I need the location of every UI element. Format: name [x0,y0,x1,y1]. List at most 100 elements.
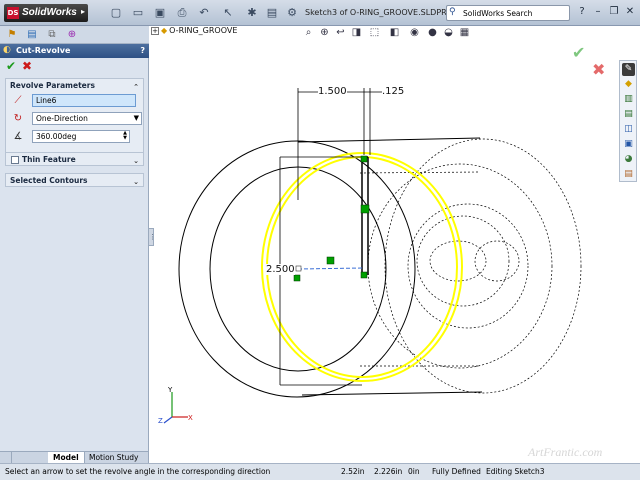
small-bore-right [474,240,520,282]
reverse-direction-icon[interactable]: ↻ [11,112,25,126]
dimension-small[interactable]: .125 [382,86,405,97]
search-box[interactable]: ⚲ [446,5,570,21]
expand-icon[interactable]: ⌄ [133,176,139,189]
thin-feature-section: Thin Feature ⌄ [5,152,144,166]
property-manager-title: Cut-Revolve [16,46,71,55]
sketch-icon[interactable]: ✎ [622,63,635,76]
status-x-coordinate: 2.52in [341,467,365,476]
graphics-area[interactable]: Y X Z [150,40,620,450]
revolve-type-value: One-Direction [36,114,88,123]
ok-cancel-bar: ✔ ✖ [0,58,149,76]
dimxpert-manager-tab-icon[interactable]: ⊕ [64,27,80,43]
hide-show-icon[interactable]: ◉ [408,26,421,40]
print-icon[interactable]: ⎙ [174,5,190,21]
dimension-horizontal[interactable]: 1.500 [318,86,347,97]
custom-properties-icon[interactable]: ▤ [622,168,635,181]
task-pane: ✎ ◆ ▥ ▤ ◫ ▣ ◕ ▤ [619,60,637,182]
ds-logo-icon: DS [7,7,19,19]
brand-label: SolidWorks [22,7,77,18]
expand-icon[interactable]: + [151,27,159,35]
section-title: Selected Contours [10,176,88,185]
section-header[interactable]: Thin Feature ⌄ [6,153,143,166]
help-button[interactable]: ? [140,46,145,55]
open-icon[interactable]: ▭ [130,5,146,21]
configuration-manager-tab-icon[interactable]: ⧉ [44,27,60,43]
zoom-to-fit-icon[interactable]: ⌕ [302,26,315,40]
back-inner-circle [367,163,553,369]
part-icon: ◆ [161,26,168,35]
previous-view-icon[interactable]: ↩ [334,26,347,40]
undo-icon[interactable]: ↶ [196,5,212,21]
collapse-icon[interactable]: ⌃ [133,81,139,94]
menu-arrow-icon: ▸ [80,7,85,16]
cut-revolve-icon: ◐ [3,45,11,55]
expand-icon[interactable]: ⌄ [133,155,139,168]
rebuild-icon[interactable]: ✱ [244,5,260,21]
hidden-lines [359,138,582,394]
solidworks-menu-button[interactable]: DS SolidWorks ▸ [4,4,88,22]
view-palette-icon[interactable]: ▣ [622,138,635,151]
revolve-parameters-section: Revolve Parameters ⌃ ⟋ Line6 ↻ One-Direc… [5,78,144,160]
property-manager-header: ◐ Cut-Revolve ? [0,44,149,58]
appearances-icon[interactable]: ◕ [622,153,635,166]
search-results-icon[interactable]: ◫ [622,123,635,136]
manager-tabs: ⚑ ▤ ⧉ ⊕ [0,26,149,44]
relation-marker-center [326,256,335,265]
close-button[interactable]: ✕ [623,5,637,19]
angle-icon: ∡ [13,131,23,142]
triad-z-label: Z [158,417,163,425]
triad-z-axis [163,416,173,424]
document-title: Sketch3 of O-RING_GROOVE.SLDPRT * [305,8,458,17]
file-properties-icon[interactable]: ▤ [264,5,280,21]
section-header[interactable]: Revolve Parameters ⌃ [6,79,143,92]
section-header[interactable]: Selected Contours ⌄ [6,174,143,187]
search-input[interactable] [463,7,567,19]
design-library-icon[interactable]: ▥ [622,93,635,106]
status-y-coordinate: 2.226in [374,467,403,476]
feature-tree-flyout[interactable]: + ◆ O-RING_GROOVE [151,26,237,35]
angle-field[interactable]: 360.00deg ▲ ▼ [32,130,130,143]
coordinate-triad-icon: Y X Z [158,386,193,425]
apply-scene-icon[interactable]: ◒ [442,26,455,40]
zoom-area-icon[interactable]: ⊕ [318,26,331,40]
triad-x-label: X [188,414,193,422]
revolve-type-select[interactable]: One-Direction ▼ [32,112,142,125]
bore-outline [416,215,510,307]
property-manager-tab-icon[interactable]: ▤ [24,27,40,43]
new-document-icon[interactable]: ▢ [108,5,124,21]
centerline-endpoint [295,265,302,272]
options-icon[interactable]: ⚙ [284,5,300,21]
display-style-icon[interactable]: ◧ [388,26,401,40]
feature-tree-root: O-RING_GROOVE [169,26,238,35]
select-icon[interactable]: ↖ [220,5,236,21]
section-view-icon[interactable]: ◨ [350,26,363,40]
angle-value: 360.00deg [36,132,77,141]
dimension-vertical[interactable]: 2.500 [266,264,295,275]
title-bar: DS SolidWorks ▸ ▢ ▭ ▣ ⎙ ↶ ↖ ✱ ▤ ⚙ Sketch… [0,0,640,26]
relation-marker-top [360,155,368,163]
bottom-tabs: Model Motion Study 1 [0,451,149,474]
axis-selection-field[interactable]: Line6 [32,94,136,107]
relation-marker-left [293,274,301,282]
axis-icon: ⟋ [14,95,22,106]
spin-arrows-icon[interactable]: ▲ ▼ [123,131,127,141]
solidworks-window: DS SolidWorks ▸ ▢ ▭ ▣ ⎙ ↶ ↖ ✱ ▤ ⚙ Sketch… [0,0,640,480]
check-icon[interactable]: ✔ [6,59,16,73]
view-orientation-icon[interactable]: ⬚ [368,26,381,40]
cylinder-top-edge [297,137,481,143]
relation-marker-right [360,271,368,279]
restore-button[interactable]: ❐ [607,5,621,19]
x-icon[interactable]: ✖ [22,59,32,73]
chevron-down-icon: ▼ [133,114,139,122]
watermark: ArtFrantic.com [528,445,603,459]
edit-appearance-icon[interactable]: ● [426,26,439,40]
minimize-button[interactable]: – [591,5,605,19]
thin-feature-checkbox[interactable] [11,156,19,164]
cylinder-body [178,137,483,398]
view-settings-icon[interactable]: ▦ [458,26,471,40]
feature-manager-tab-icon[interactable]: ⚑ [4,27,20,43]
file-explorer-icon[interactable]: ▤ [622,108,635,121]
help-icon[interactable]: ? [575,5,589,19]
resources-icon[interactable]: ◆ [622,78,635,91]
save-icon[interactable]: ▣ [152,5,168,21]
